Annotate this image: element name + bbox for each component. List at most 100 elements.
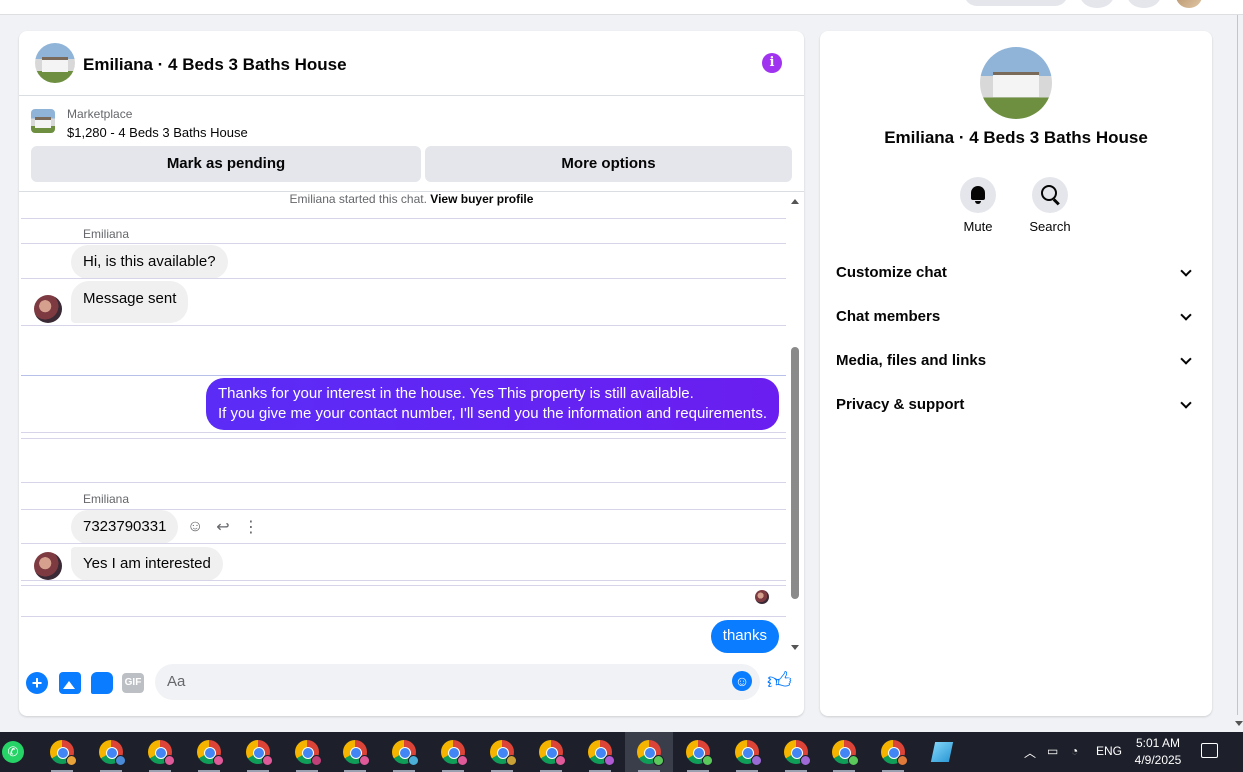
page-scrollbar[interactable]: [1235, 0, 1243, 730]
reply-icon[interactable]: ↩: [215, 517, 231, 537]
chat-panel: Emiliana · 4 Beds 3 Baths House i Market…: [19, 31, 804, 716]
photo-icon[interactable]: [59, 672, 81, 694]
mute-action[interactable]: Mute: [948, 177, 1008, 234]
bell-icon[interactable]: [960, 177, 996, 213]
language-indicator[interactable]: ENG: [1096, 744, 1122, 758]
row-divider: [21, 432, 786, 433]
profile-badge-icon: [408, 755, 419, 766]
whatsapp-icon[interactable]: ✆: [2, 741, 24, 763]
top-navigation-bar: [0, 0, 1243, 15]
seen-receipt-avatar: [755, 590, 769, 604]
chrome-window-icon[interactable]: [539, 740, 566, 766]
message-sender: Emiliana: [83, 492, 130, 506]
react-emoji-icon[interactable]: ☺: [187, 518, 203, 536]
info-panel-name: Emiliana · 4 Beds 3 Baths House: [884, 128, 1148, 147]
sticker-icon[interactable]: [91, 672, 113, 694]
chat-title[interactable]: Emiliana · 4 Beds 3 Baths House: [83, 55, 347, 75]
incoming-message[interactable]: Message sent: [71, 281, 189, 323]
row-divider: [21, 243, 786, 244]
section-customize-chat[interactable]: Customize chat: [836, 251, 1196, 295]
row-divider: [21, 543, 786, 544]
row-divider: [21, 438, 786, 439]
scroll-down-arrow[interactable]: [791, 645, 799, 650]
search-action[interactable]: Search: [1020, 177, 1080, 234]
outgoing-message[interactable]: Thanks for your interest in the house. Y…: [206, 378, 779, 430]
listing-price-title[interactable]: $1,280 - 4 Beds 3 Baths House: [67, 125, 248, 140]
message-composer: + GIF Aa ☺ 👍︎: [19, 654, 804, 716]
chrome-window-icon[interactable]: [295, 740, 322, 766]
buyer-avatar[interactable]: [34, 295, 62, 323]
chrome-window-icon[interactable]: [490, 740, 517, 766]
incoming-message[interactable]: Hi, is this available?: [71, 245, 228, 279]
chrome-window-icon[interactable]: [99, 740, 126, 766]
view-buyer-profile-link[interactable]: View buyer profile: [430, 192, 533, 206]
message-list[interactable]: Emiliana started this chat. View buyer p…: [19, 192, 804, 654]
emoji-icon[interactable]: ☺: [732, 671, 752, 691]
nav-circle-button[interactable]: [1127, 0, 1161, 8]
message-input[interactable]: Aa ☺: [155, 664, 760, 700]
scroll-up-arrow[interactable]: [791, 199, 799, 204]
chevron-up-icon[interactable]: ︿: [1024, 744, 1036, 761]
listing-avatar-large[interactable]: [980, 47, 1052, 119]
gif-icon[interactable]: GIF: [122, 673, 144, 693]
plus-icon[interactable]: +: [26, 672, 48, 694]
profile-badge-icon: [164, 755, 175, 766]
chrome-window-icon[interactable]: [784, 740, 811, 766]
profile-badge-icon: [897, 755, 908, 766]
listing-avatar[interactable]: [35, 43, 75, 83]
chrome-window-icon[interactable]: [832, 740, 859, 766]
search-icon[interactable]: [1032, 177, 1068, 213]
mute-label: Mute: [963, 219, 993, 234]
chevron-down-icon: [1180, 309, 1192, 321]
wifi-icon[interactable]: ◔: [1071, 744, 1078, 758]
section-privacy-support[interactable]: Privacy & support: [836, 383, 1196, 427]
listing-thumbnail[interactable]: [31, 109, 55, 133]
info-icon[interactable]: i: [762, 53, 782, 73]
more-vertical-icon[interactable]: ⋮: [243, 517, 259, 537]
nav-pill-button[interactable]: [964, 0, 1068, 6]
chrome-window-icon[interactable]: [343, 740, 370, 766]
clock-date: 4/9/2025: [1134, 753, 1182, 767]
chevron-down-icon: [1180, 397, 1192, 409]
battery-icon[interactable]: ▭: [1047, 744, 1058, 758]
chevron-down-icon: [1180, 353, 1192, 365]
more-options-button[interactable]: More options: [425, 146, 792, 182]
outgoing-message[interactable]: thanks: [710, 620, 779, 653]
row-divider: [21, 278, 786, 279]
chrome-window-icon[interactable]: [441, 740, 468, 766]
incoming-message[interactable]: Yes I am interested: [71, 547, 223, 581]
scroll-down-arrow[interactable]: [1235, 721, 1243, 726]
chevron-down-icon: [1180, 265, 1192, 277]
mark-as-pending-button[interactable]: Mark as pending: [31, 146, 421, 182]
section-chat-members[interactable]: Chat members: [836, 295, 1196, 339]
buyer-avatar[interactable]: [34, 552, 62, 580]
chrome-window-icon[interactable]: [735, 740, 762, 766]
incoming-message[interactable]: 7323790331: [71, 510, 179, 544]
profile-badge-icon: [311, 755, 322, 766]
profile-badge-icon: [751, 755, 762, 766]
profile-badge-icon: [359, 755, 370, 766]
chrome-window-icon[interactable]: [197, 740, 224, 766]
section-media-files-links[interactable]: Media, files and links: [836, 339, 1196, 383]
chrome-window-icon[interactable]: [50, 740, 77, 766]
profile-badge-icon: [604, 755, 615, 766]
chrome-window-icon[interactable]: [588, 740, 615, 766]
chrome-window-icon[interactable]: [637, 740, 664, 766]
thumbs-up-icon[interactable]: 👍︎: [767, 668, 792, 696]
chrome-window-icon[interactable]: [148, 740, 175, 766]
message-scrollbar[interactable]: [790, 192, 800, 654]
scroll-thumb[interactable]: [791, 347, 799, 599]
chrome-window-icon[interactable]: [246, 740, 273, 766]
notification-icon[interactable]: [1201, 743, 1218, 758]
notepad-icon[interactable]: [930, 742, 954, 762]
account-avatar[interactable]: [1176, 0, 1202, 8]
profile-badge-icon: [457, 755, 468, 766]
row-divider: [21, 585, 786, 586]
chrome-window-icon[interactable]: [686, 740, 713, 766]
nav-circle-button[interactable]: [1080, 0, 1114, 8]
chrome-window-icon[interactable]: [881, 740, 908, 766]
profile-badge-icon: [115, 755, 126, 766]
taskbar-clock[interactable]: 5:01 AM 4/9/2025: [1130, 735, 1186, 769]
chat-info-panel: Emiliana · 4 Beds 3 Baths House Mute Sea…: [820, 31, 1212, 716]
chrome-window-icon[interactable]: [392, 740, 419, 766]
